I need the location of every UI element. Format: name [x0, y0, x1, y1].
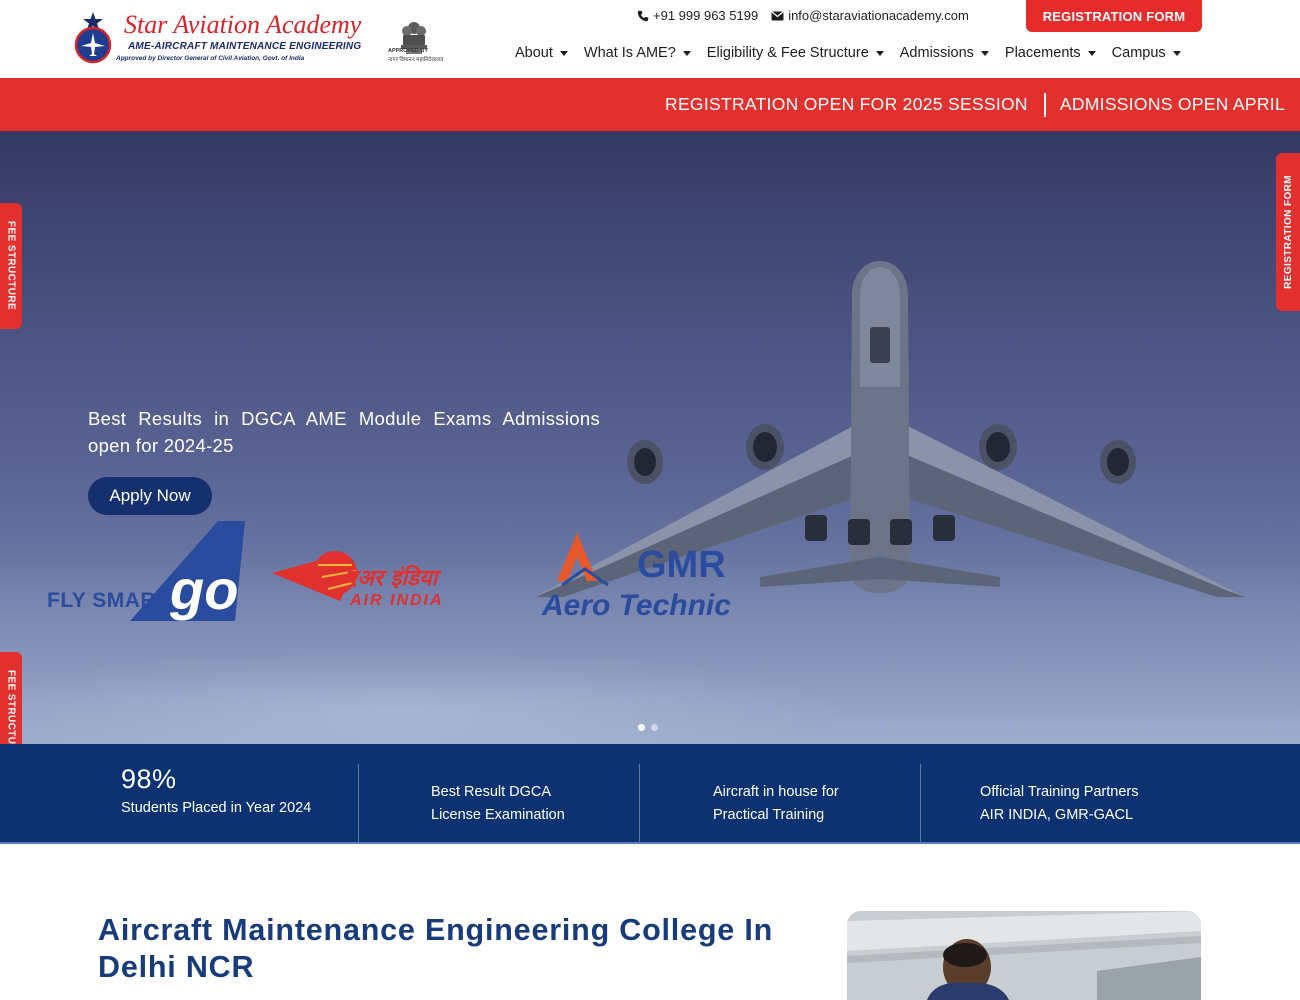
campus-photo	[847, 911, 1201, 1000]
caret-down-icon	[1172, 50, 1181, 56]
contact-bar: +91 999 963 5199 info@staraviationacadem…	[637, 8, 982, 23]
stat-partners: Official Training Partners AIR INDIA, GM…	[980, 781, 1139, 861]
nav-item-eligibility-fee[interactable]: Eligibility & Fee Structure	[707, 45, 884, 61]
stat-dgca-result: Best Result DGCA License Examination	[431, 781, 565, 861]
stat-label: License Examination	[431, 807, 565, 823]
slider-dot-active[interactable]	[638, 724, 645, 731]
nav-item-what-is-ame[interactable]: What Is AME?	[584, 45, 691, 61]
site-header: Star Aviation Academy AME-AIRCRAFT MAINT…	[0, 0, 1300, 78]
brand-title: Star Aviation Academy	[124, 10, 362, 39]
stat-label: Students Placed in Year 2024	[121, 800, 312, 816]
nav-item-campus[interactable]: Campus	[1112, 45, 1181, 61]
phone-icon	[637, 10, 649, 21]
nav-item-label: Admissions	[899, 45, 974, 61]
stat-divider	[639, 764, 640, 842]
fee-structure-tab-label: FEE STRUCTURE	[5, 221, 17, 311]
stat-value: 98%	[121, 764, 177, 794]
nav-item-about[interactable]: About	[515, 45, 568, 61]
student-photo-image	[847, 911, 1201, 1000]
email-link[interactable]: info@staraviationacademy.com	[771, 8, 969, 23]
nav-item-admissions[interactable]: Admissions	[900, 45, 989, 61]
email-address: info@staraviationacademy.com	[788, 8, 969, 23]
ticker-item[interactable]: REGISTRATION OPEN FOR 2025 SESSION	[665, 94, 1028, 115]
air-india-hindi: एअर इंडिया	[345, 564, 442, 591]
caret-down-icon	[875, 50, 884, 56]
fee-structure-tab[interactable]: FEE STRUCTURE	[0, 203, 22, 329]
nav-item-label: Placements	[1004, 45, 1081, 61]
registration-form-tab-label: REGISTRATION FORM	[1282, 175, 1294, 289]
stat-label: Best Result DGCA	[431, 784, 552, 800]
air-india-text: AIR INDIA	[349, 592, 444, 609]
registration-form-button[interactable]: REGISTRATION FORM	[1026, 0, 1202, 32]
stat-divider	[920, 764, 921, 842]
stat-label: Official Training Partners	[980, 784, 1139, 800]
slider-dot[interactable]	[651, 724, 658, 731]
hero-slider: Best Results in DGCA AME Module Exams Ad…	[0, 131, 1300, 744]
goair-mark: go	[169, 558, 238, 621]
phone-link[interactable]: +91 999 963 5199	[637, 8, 758, 23]
stat-label: AIR INDIA, GMR-GACL	[980, 807, 1134, 823]
stat-placement: 98% Students Placed in Year 2024	[121, 764, 311, 844]
nav-item-placements[interactable]: Placements	[1005, 45, 1096, 61]
nav-item-label: About	[515, 45, 553, 61]
gmr-aero-technic-logo: GMR Aero Technic	[541, 533, 731, 622]
stat-aircraft: Aircraft in house for Practical Training	[713, 781, 839, 861]
partner-logos: FLY SMART go एअर इंडिया AIR INDIA GMR Ae…	[47, 521, 731, 622]
page-title-continued: Delhi NCR	[98, 950, 255, 984]
slider-pagination	[638, 724, 664, 731]
registration-form-tab[interactable]: REGISTRATION FORM	[1276, 153, 1300, 311]
air-india-logo: एअर इंडिया AIR INDIA	[272, 551, 444, 609]
nav-item-label: Campus	[1111, 45, 1166, 61]
academy-logo[interactable]: Star Aviation Academy AME-AIRCRAFT MAINT…	[72, 10, 444, 68]
govt-badge-text: APPROVED BY	[388, 48, 429, 54]
main-nav: About What Is AME? Eligibility & Fee Str…	[515, 45, 1197, 61]
caret-down-icon	[1087, 50, 1096, 56]
academy-emblem-icon	[74, 12, 112, 64]
brand-subtitle: AME-AIRCRAFT MAINTENANCE ENGINEERING	[128, 41, 362, 52]
brand-approval: Approved by Director General of Civil Av…	[116, 55, 305, 62]
cloud-streak	[0, 651, 850, 744]
caret-down-icon	[980, 50, 989, 56]
caret-down-icon	[682, 50, 691, 56]
page-title: Aircraft Maintenance Engineering College…	[98, 913, 774, 947]
gmr-text: GMR	[637, 544, 726, 586]
ticker-item[interactable]: ADMISSIONS OPEN APRIL	[1060, 94, 1285, 115]
goair-logo: FLY SMART go	[47, 521, 245, 621]
hero-headline: Best Results in DGCA AME Module Exams Ad…	[88, 408, 600, 456]
announcement-ticker: REGISTRATION OPEN FOR 2025 SESSION ADMIS…	[0, 78, 1300, 131]
ticker-separator	[1043, 92, 1046, 117]
phone-number: +91 999 963 5199	[653, 8, 759, 23]
highlights-bar: 98% Students Placed in Year 2024 Best Re…	[0, 744, 1300, 844]
aero-technic-text: Aero Technic	[541, 589, 731, 622]
email-icon	[771, 11, 784, 20]
nav-item-label: Eligibility & Fee Structure	[706, 45, 869, 61]
apply-now-button[interactable]: Apply Now	[88, 477, 212, 515]
stat-divider	[358, 764, 359, 842]
stat-label: Aircraft in house for	[713, 784, 839, 800]
stat-label: Practical Training	[713, 807, 825, 823]
caret-down-icon	[559, 50, 568, 56]
nav-item-label: What Is AME?	[583, 45, 676, 61]
govt-badge-subtext: नागर विमानन महानिदेशालय	[388, 57, 444, 63]
